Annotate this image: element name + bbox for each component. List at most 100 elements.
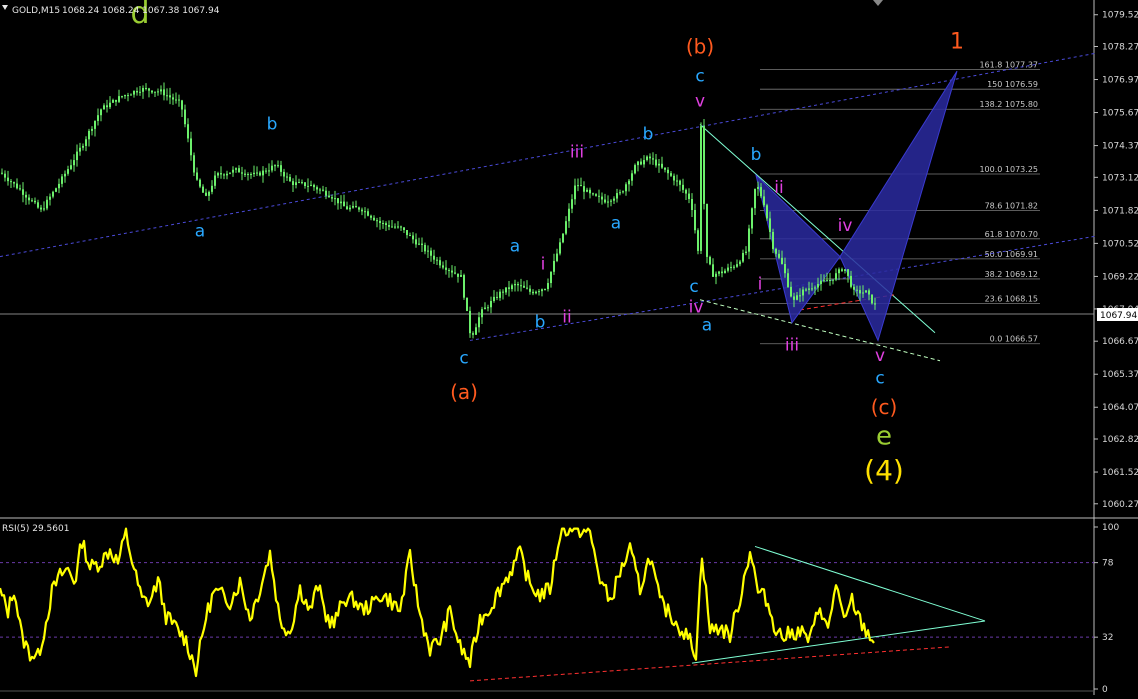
candle-body — [493, 296, 495, 302]
candle-body — [235, 168, 237, 170]
candle-body — [727, 267, 729, 271]
candle-body — [745, 251, 747, 253]
candle-body — [145, 87, 147, 89]
candle-body — [850, 275, 852, 287]
candle-body — [601, 196, 603, 200]
wave-label: b — [267, 115, 278, 135]
candle-body — [307, 185, 309, 187]
candle-body — [208, 191, 210, 196]
rsi-tick-label: 78 — [1102, 559, 1114, 569]
candle-body — [739, 261, 741, 265]
price-tick-label: 1073.12 — [1102, 173, 1138, 183]
candle-body — [22, 189, 24, 195]
candle-body — [820, 280, 822, 284]
price-tick-label: 1069.22 — [1102, 272, 1138, 282]
candle-body — [583, 186, 585, 192]
candle-body — [532, 291, 534, 294]
candle-body — [871, 294, 873, 304]
candle-body — [109, 102, 111, 108]
candle-body — [328, 195, 330, 198]
menu-triangle-icon[interactable] — [2, 5, 8, 10]
current-price-tag: 1067.94 — [1097, 308, 1138, 321]
candle-body — [844, 269, 846, 271]
candle-body — [577, 185, 579, 187]
candle-body — [571, 199, 573, 209]
candle-body — [733, 266, 735, 268]
candle-body — [760, 187, 762, 197]
price-tick-label: 1074.37 — [1102, 142, 1138, 152]
candle-body — [490, 301, 492, 308]
price-tick-label: 1060.27 — [1102, 500, 1138, 510]
wave-label: c — [695, 66, 704, 86]
candle-body — [619, 192, 621, 194]
candle-body — [817, 283, 819, 288]
candle-body — [277, 165, 279, 167]
candle-body — [337, 198, 339, 204]
candle-body — [565, 221, 567, 234]
candle-body — [52, 191, 54, 197]
candle-body — [157, 91, 159, 93]
candle-body — [574, 185, 576, 200]
candle-body — [703, 126, 705, 204]
candle-body — [847, 269, 849, 276]
wave-label: a — [195, 221, 205, 241]
candle-body — [562, 233, 564, 243]
candle-body — [856, 289, 858, 291]
wave-label: (4) — [864, 454, 904, 487]
wave-label: c — [689, 277, 698, 297]
candle-body — [322, 189, 324, 191]
candle-body — [316, 187, 318, 190]
fib-level-label: 23.6 1068.15 — [985, 295, 1038, 304]
candle-body — [94, 120, 96, 129]
wave-label: e — [876, 422, 892, 452]
candle-body — [547, 283, 549, 290]
candle-body — [736, 264, 738, 267]
candle-body — [163, 89, 165, 96]
candle-body — [403, 227, 405, 231]
candle-body — [385, 223, 387, 226]
candle-body — [436, 259, 438, 261]
candle-body — [751, 208, 753, 229]
candle-body — [799, 295, 801, 297]
candle-body — [175, 99, 177, 101]
rsi-tick-label: 32 — [1102, 633, 1113, 643]
candle-body — [550, 271, 552, 284]
candle-body — [205, 192, 207, 196]
candle-body — [7, 177, 9, 182]
candle-body — [352, 206, 354, 208]
candle-body — [811, 288, 813, 290]
candle-body — [823, 280, 825, 282]
candle-body — [721, 271, 723, 274]
candle-body — [361, 209, 363, 212]
candle-body — [523, 285, 525, 288]
candle-body — [541, 289, 543, 292]
candle-body — [874, 303, 876, 305]
candle-body — [370, 215, 372, 218]
price-tick-label: 1066.67 — [1102, 337, 1138, 347]
price-candles — [1, 82, 876, 339]
candle-body — [301, 182, 303, 184]
ohlc-label: 1068.24 1068.24 1067.38 1067.94 — [62, 6, 220, 16]
candle-body — [442, 265, 444, 268]
candle-body — [100, 109, 102, 116]
candle-body — [529, 288, 531, 292]
candle-body — [664, 167, 666, 170]
fib-level-label: 150 1076.59 — [987, 80, 1038, 89]
candle-body — [97, 115, 99, 121]
candle-body — [133, 90, 135, 95]
candle-body — [244, 173, 246, 175]
chart-canvas[interactable]: 161.8 1077.37150 1076.59138.2 1075.80100… — [0, 0, 1138, 695]
candle-body — [589, 189, 591, 194]
candle-body — [691, 199, 693, 210]
wave-label: c — [875, 369, 884, 389]
candle-body — [118, 96, 120, 102]
candle-body — [862, 292, 864, 294]
candle-body — [388, 225, 390, 227]
candle-body — [469, 310, 471, 334]
candle-body — [202, 186, 204, 193]
candle-body — [754, 188, 756, 209]
candle-body — [538, 291, 540, 293]
candle-body — [112, 99, 114, 103]
trend-line — [699, 299, 941, 362]
candle-body — [238, 168, 240, 173]
